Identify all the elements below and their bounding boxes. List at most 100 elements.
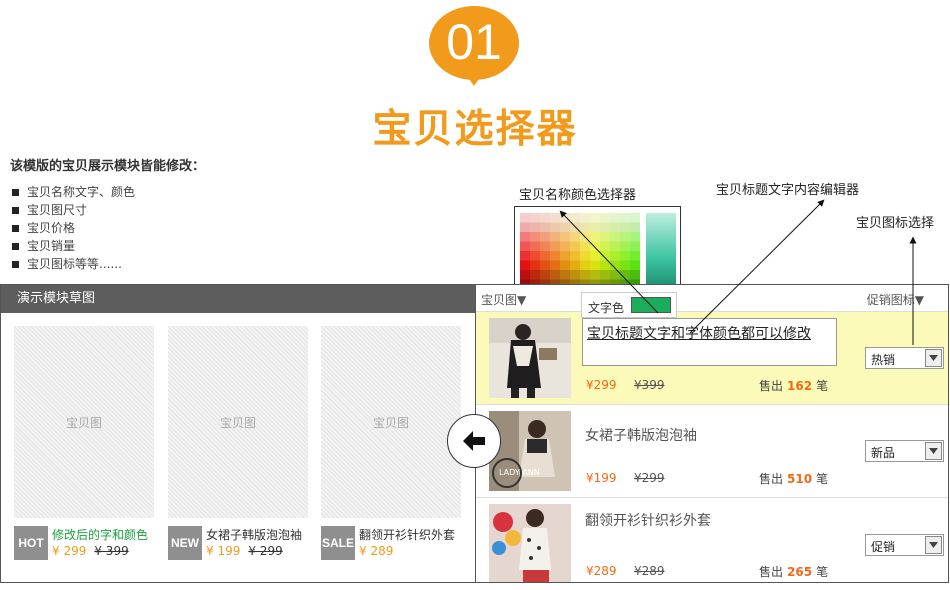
color-swatch[interactable] [630,222,640,233]
color-swatch[interactable] [630,251,640,261]
color-swatch[interactable] [610,260,620,271]
color-swatch[interactable] [620,260,630,271]
color-swatch[interactable] [550,213,560,223]
color-swatch[interactable] [630,213,640,223]
product-thumbnail[interactable]: LADY ANN [489,411,571,491]
product-card[interactable]: 宝贝图 SALE 翻领开衫针织外套 ¥ 289 [321,326,461,560]
color-swatch[interactable] [600,222,610,233]
color-swatch[interactable] [630,260,640,271]
color-swatch[interactable] [560,260,570,271]
chevron-down-icon[interactable] [925,349,942,367]
color-swatch[interactable] [550,241,560,252]
color-swatch[interactable] [530,213,540,223]
product-thumbnail[interactable] [489,504,571,582]
color-swatch[interactable] [600,270,610,280]
color-swatch[interactable] [600,232,610,242]
color-swatch[interactable] [610,213,620,223]
chevron-down-icon[interactable] [925,536,942,554]
icon-select[interactable]: 新品 [865,440,944,462]
color-swatch[interactable] [620,213,630,223]
color-swatch[interactable] [520,270,530,280]
color-swatch[interactable] [520,222,530,233]
color-swatch[interactable] [580,222,590,233]
color-swatch[interactable] [540,241,550,252]
color-swatch[interactable] [540,260,550,271]
color-swatch[interactable] [630,232,640,242]
color-swatch[interactable] [570,213,580,223]
product-thumbnail[interactable] [489,318,571,398]
color-swatch[interactable] [620,232,630,242]
row-title[interactable]: 翻领开衫针织衫外套 [585,510,711,530]
chevron-down-icon[interactable] [925,442,942,460]
color-swatch[interactable] [530,222,540,233]
color-picker-hue-strip[interactable] [646,213,676,287]
color-swatch[interactable] [600,213,610,223]
icon-select[interactable]: 促销 [865,534,944,556]
color-swatch[interactable] [560,241,570,252]
color-swatch[interactable] [590,213,600,223]
color-swatch[interactable] [620,251,630,261]
color-swatch[interactable] [540,270,550,280]
color-swatch[interactable] [570,241,580,252]
color-swatch[interactable] [550,251,560,261]
color-swatch[interactable] [570,232,580,242]
color-swatch[interactable] [540,213,550,223]
row-title[interactable]: 女裙子韩版泡泡袖 [585,425,697,445]
color-swatch[interactable] [580,232,590,242]
color-swatch[interactable] [580,213,590,223]
column-image-dropdown[interactable]: 宝贝图▼ [481,291,526,308]
color-swatch[interactable] [610,241,620,252]
color-swatch[interactable] [610,251,620,261]
color-swatch[interactable] [550,222,560,233]
color-swatch[interactable] [580,251,590,261]
color-swatch[interactable] [630,270,640,280]
color-swatch[interactable] [530,270,540,280]
product-card[interactable]: 宝贝图 NEW 女裙子韩版泡泡袖 ¥ 199 ¥ 299 [168,326,308,560]
color-swatch[interactable] [520,232,530,242]
product-card[interactable]: 宝贝图 HOT 修改后的字和颜色 ¥ 299 ¥ 399 [14,326,154,560]
color-swatch[interactable] [590,222,600,233]
color-swatch[interactable] [570,251,580,261]
color-swatch[interactable] [520,251,530,261]
color-swatch[interactable] [570,270,580,280]
title-editor-input[interactable]: 宝贝标题文字和字体颜色都可以修改 [582,318,837,366]
color-swatch[interactable] [530,241,540,252]
color-swatch[interactable] [590,232,600,242]
color-swatch[interactable] [600,260,610,271]
color-swatch[interactable] [620,241,630,252]
color-swatch[interactable] [560,213,570,223]
text-color-swatch[interactable] [631,297,671,313]
color-picker-grid[interactable] [520,213,640,288]
color-swatch[interactable] [550,260,560,271]
color-swatch[interactable] [610,222,620,233]
color-swatch[interactable] [520,213,530,223]
color-swatch[interactable] [560,270,570,280]
color-swatch[interactable] [580,260,590,271]
color-swatch[interactable] [630,241,640,252]
color-swatch[interactable] [580,241,590,252]
color-swatch[interactable] [520,260,530,271]
color-swatch[interactable] [530,251,540,261]
color-swatch[interactable] [610,232,620,242]
color-swatch[interactable] [540,222,550,233]
color-picker[interactable] [514,206,681,288]
color-swatch[interactable] [610,270,620,280]
color-swatch[interactable] [560,251,570,261]
color-swatch[interactable] [590,251,600,261]
color-swatch[interactable] [620,222,630,233]
icon-select[interactable]: 热销 [865,347,944,369]
color-swatch[interactable] [560,232,570,242]
color-swatch[interactable] [520,241,530,252]
text-color-popup[interactable]: 文字色 [581,292,677,318]
color-swatch[interactable] [570,222,580,233]
color-swatch[interactable] [600,241,610,252]
color-swatch[interactable] [590,260,600,271]
color-swatch[interactable] [590,270,600,280]
color-swatch[interactable] [530,232,540,242]
color-swatch[interactable] [560,222,570,233]
color-swatch[interactable] [580,270,590,280]
color-swatch[interactable] [590,241,600,252]
color-swatch[interactable] [530,260,540,271]
color-swatch[interactable] [550,270,560,280]
color-swatch[interactable] [570,260,580,271]
